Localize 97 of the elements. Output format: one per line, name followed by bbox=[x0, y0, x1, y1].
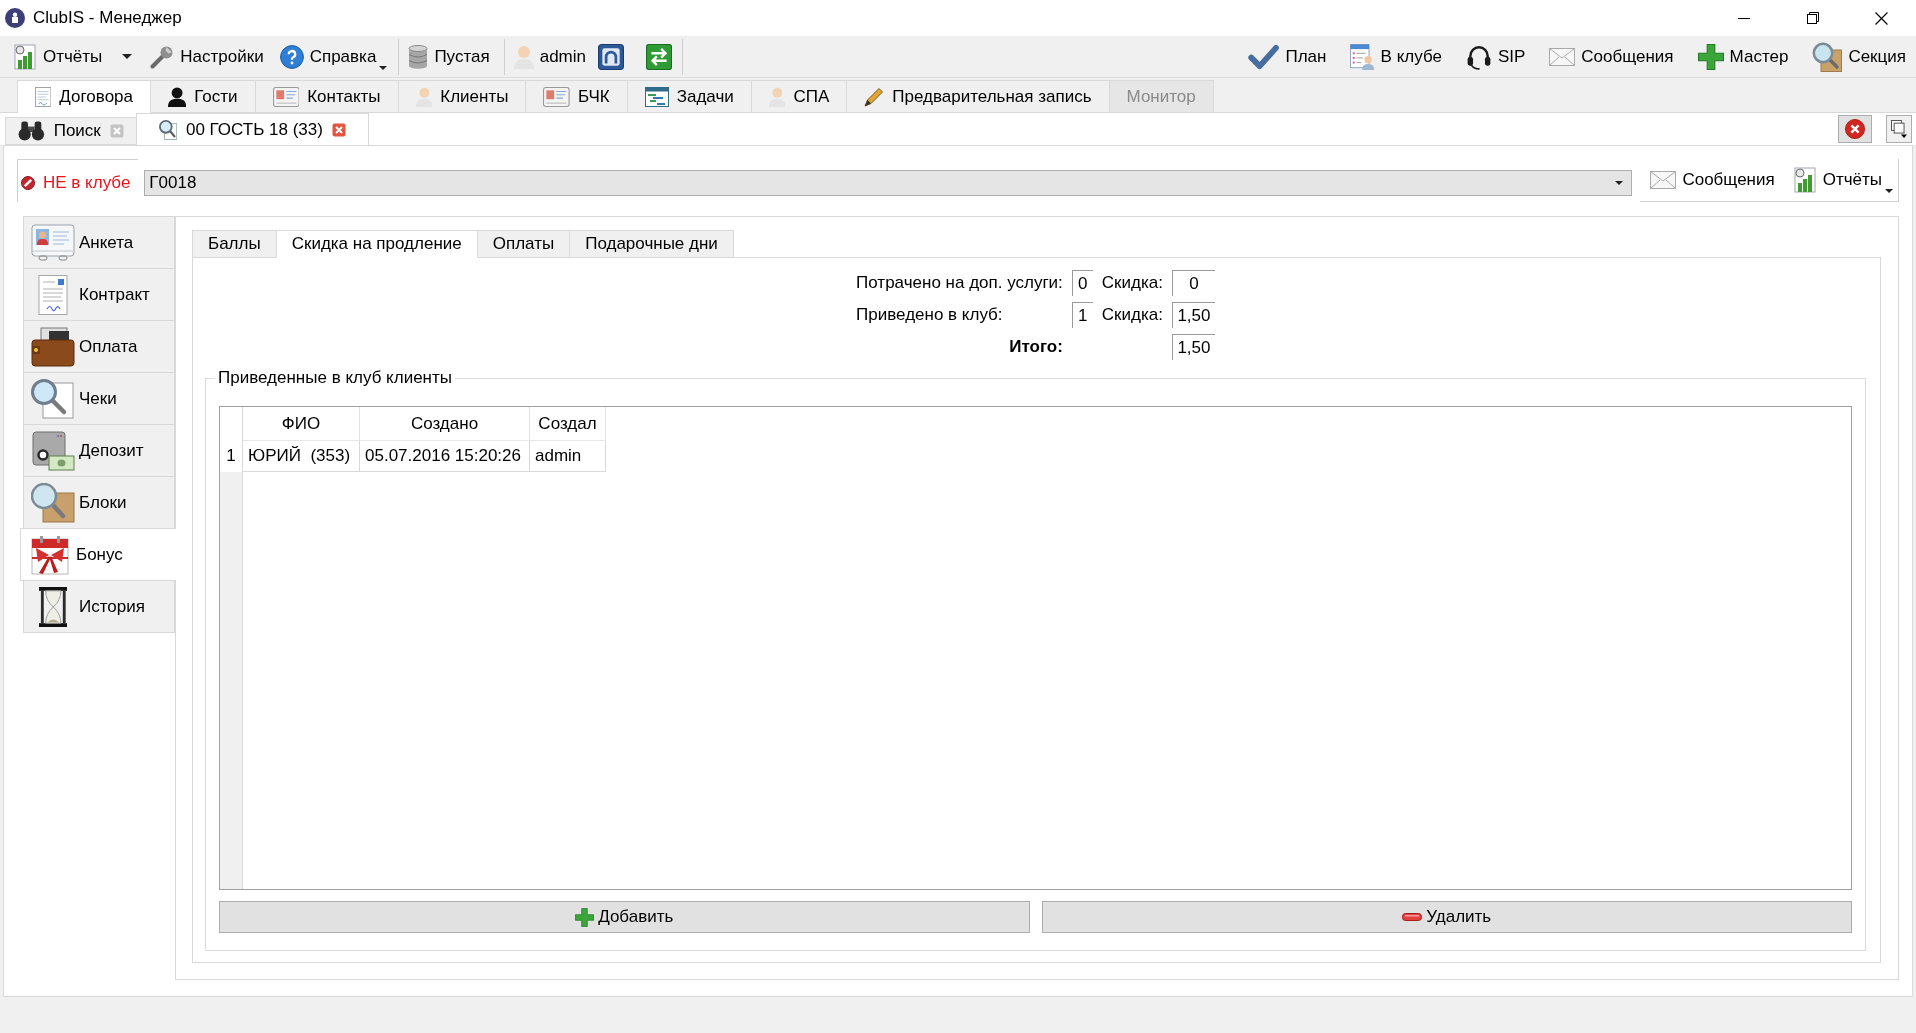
action-button[interactable]: Сообщения bbox=[1646, 163, 1779, 197]
sidebar-item[interactable]: Оплата bbox=[23, 320, 175, 373]
magnifier-document-icon bbox=[31, 378, 75, 419]
toolbar-button[interactable]: Мастер bbox=[1693, 39, 1793, 74]
table-cell: admin bbox=[530, 440, 606, 472]
column-header: Создано bbox=[360, 407, 530, 440]
person-icon bbox=[768, 86, 786, 107]
check-icon bbox=[1248, 43, 1280, 70]
table-cell: 05.07.2016 15:20:26 bbox=[360, 440, 530, 472]
field-label: Скидка: bbox=[1101, 305, 1163, 325]
caret-icon[interactable] bbox=[122, 54, 133, 59]
sidebar-item[interactable]: Анкета bbox=[23, 216, 175, 269]
magnifier-box-icon bbox=[31, 482, 75, 523]
toolbar-button[interactable]: План bbox=[1244, 39, 1331, 74]
windows-menu-button[interactable] bbox=[1886, 115, 1912, 143]
person-silhouette-icon bbox=[168, 86, 187, 107]
toolbar-button[interactable]: SIP bbox=[1461, 39, 1530, 74]
document-tab[interactable]: Поиск bbox=[5, 117, 137, 145]
tab[interactable]: Скидка на продление bbox=[275, 230, 478, 258]
column-header: Создал bbox=[530, 407, 606, 440]
swap-arrows-icon[interactable] bbox=[646, 43, 672, 70]
discount-field: 0 bbox=[1171, 270, 1215, 296]
tab[interactable]: Договора bbox=[17, 80, 151, 113]
toolbar-button[interactable]: Настройки bbox=[146, 39, 268, 74]
sidebar-item[interactable]: Контракт bbox=[23, 268, 175, 321]
action-button[interactable]: Добавить bbox=[219, 901, 1030, 933]
database-icon bbox=[408, 44, 429, 69]
caret-icon bbox=[1615, 180, 1624, 185]
total-label: Итого: bbox=[1009, 337, 1063, 357]
binoculars-icon bbox=[18, 121, 45, 141]
headset-icon bbox=[1465, 43, 1492, 70]
close-icon bbox=[1845, 119, 1865, 139]
toolbar-button[interactable]: Пустая bbox=[404, 39, 494, 74]
magnifier-document-icon bbox=[158, 119, 177, 140]
id-card-icon bbox=[272, 86, 300, 107]
document-icon bbox=[35, 87, 52, 107]
toolbar-button[interactable]: Сообщения bbox=[1545, 39, 1678, 74]
action-button[interactable]: Удалить bbox=[1041, 901, 1852, 933]
wrench-icon bbox=[150, 44, 175, 69]
count-field: 0 bbox=[1071, 270, 1093, 296]
close-icon[interactable] bbox=[1875, 11, 1888, 25]
schedule-icon bbox=[644, 86, 669, 107]
safe-icon bbox=[31, 430, 75, 471]
gift-calendar-icon bbox=[28, 534, 72, 575]
toolbar-button[interactable]: В клубе bbox=[1346, 39, 1446, 74]
close-button[interactable] bbox=[1838, 115, 1872, 143]
chart-icon bbox=[13, 43, 37, 70]
plus-icon bbox=[575, 907, 595, 927]
app-logo-icon bbox=[5, 8, 25, 28]
person-icon bbox=[415, 86, 433, 107]
windows-icon bbox=[1890, 120, 1908, 138]
magnifier-box-icon bbox=[1812, 41, 1843, 72]
action-button[interactable]: Отчёты bbox=[1788, 163, 1894, 197]
sidebar-item[interactable]: Чеки bbox=[23, 372, 175, 425]
column-header: ФИО bbox=[243, 407, 360, 440]
sidebar-item[interactable]: История bbox=[23, 580, 175, 633]
user-list-icon bbox=[1350, 43, 1375, 70]
document-tab[interactable]: 00 ГОСТЬ 18 (33) bbox=[135, 113, 369, 145]
sidebar-item[interactable]: Блоки bbox=[23, 476, 175, 529]
group-title: Приведенные в клуб клиенты bbox=[217, 368, 453, 388]
field-label: Потрачено на доп. услуги: bbox=[856, 273, 1063, 293]
field-label: Приведено в клуб: bbox=[856, 305, 1003, 325]
toolbar-button[interactable]: admin bbox=[509, 39, 590, 74]
discount-field: 1,50 bbox=[1171, 302, 1215, 328]
caret-icon bbox=[379, 65, 388, 70]
toolbar-button[interactable]: Секция bbox=[1808, 39, 1910, 74]
id-card-icon bbox=[543, 86, 571, 107]
person-icon bbox=[513, 44, 534, 69]
status-label: НЕ в клубе bbox=[43, 173, 131, 193]
row-number: 1 bbox=[220, 440, 242, 472]
caret-icon bbox=[1885, 189, 1893, 193]
hourglass-icon bbox=[38, 586, 68, 627]
sidebar-item[interactable]: Бонус bbox=[20, 528, 176, 581]
wallet-icon bbox=[31, 326, 75, 367]
count-field: 1 bbox=[1071, 302, 1093, 328]
card-combobox[interactable]: Г0018 bbox=[144, 169, 1633, 196]
tab[interactable]: Оплаты bbox=[476, 230, 571, 258]
sidebar-item[interactable]: Депозит bbox=[23, 424, 175, 477]
field-label: Скидка: bbox=[1101, 273, 1163, 293]
table-cell: ЮРИЙ (353) bbox=[243, 440, 360, 472]
envelope-icon bbox=[1549, 47, 1576, 66]
total-field: 1,50 bbox=[1171, 334, 1215, 360]
toolbar-button[interactable]: Справка bbox=[275, 39, 389, 74]
chart-icon bbox=[1792, 167, 1817, 193]
tab[interactable]: Подарочные дни bbox=[569, 230, 734, 258]
pencil-icon bbox=[864, 86, 885, 107]
toolbar-button[interactable]: Отчёты bbox=[9, 39, 107, 74]
plus-icon bbox=[1697, 43, 1724, 70]
minimize-icon[interactable] bbox=[1737, 17, 1750, 19]
minus-icon bbox=[1402, 913, 1423, 921]
envelope-icon bbox=[1650, 171, 1677, 189]
id-card-icon bbox=[31, 222, 75, 263]
window-title: ClubIS - Менеджер bbox=[33, 8, 182, 28]
restore-icon[interactable] bbox=[1806, 12, 1819, 24]
tab[interactable]: Баллы bbox=[192, 230, 277, 258]
lock-icon[interactable] bbox=[598, 43, 624, 70]
help-icon bbox=[279, 44, 304, 69]
